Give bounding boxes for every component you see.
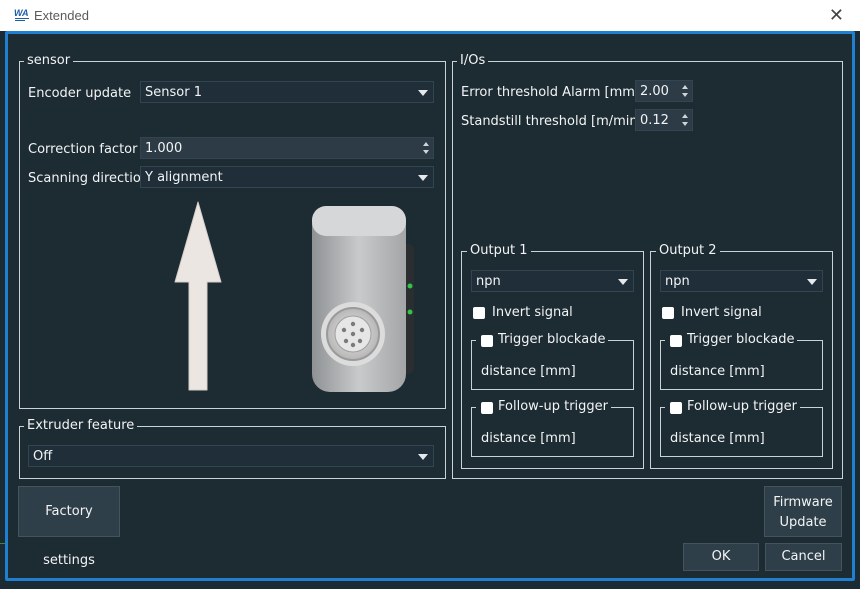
ios-legend: I/Os <box>457 54 489 68</box>
output-2-trigger-blockade-legend: Trigger blockade <box>665 333 798 347</box>
firmware-update-label-1: Firmware <box>773 495 833 510</box>
spin-buttons[interactable] <box>679 111 691 129</box>
output-1-follow-up-checkbox[interactable] <box>481 402 493 414</box>
chevron-down-icon <box>618 279 628 285</box>
arrow-up-icon <box>174 201 222 391</box>
output-1-trigger-distance-label: distance [mm] <box>481 364 576 379</box>
spin-up-icon[interactable] <box>423 142 429 146</box>
error-threshold-value: 2.00 <box>640 84 669 99</box>
cancel-button[interactable]: Cancel <box>765 543 842 571</box>
output-1-invert-checkbox[interactable] <box>473 307 485 319</box>
factory-settings-button[interactable]: Factory settings <box>18 486 120 568</box>
encoder-update-label: Encoder update <box>28 86 132 101</box>
output-1-type-select[interactable]: npn <box>471 270 634 292</box>
output-2-type-value: npn <box>665 274 690 289</box>
output-1-legend: Output 1 <box>467 244 531 258</box>
close-icon[interactable]: ✕ <box>829 5 844 26</box>
spin-up-icon[interactable] <box>682 114 688 118</box>
title-bar: WA Extended ✕ <box>0 0 860 31</box>
chevron-down-icon <box>807 279 817 285</box>
window-title: Extended <box>34 8 89 23</box>
spin-up-icon[interactable] <box>682 85 688 89</box>
ok-button[interactable]: OK <box>683 543 759 571</box>
output-1-type-value: npn <box>476 274 501 289</box>
output-1-follow-up-legend: Follow-up trigger <box>476 400 611 414</box>
dialog-frame: sensor Encoder update Sensor 1 Correctio… <box>5 31 855 581</box>
extruder-legend: Extruder feature <box>24 419 138 433</box>
extruder-feature-value: Off <box>33 449 53 464</box>
output-2-follow-distance-label: distance [mm] <box>670 431 765 446</box>
scanning-direction-label: Scanning direction <box>28 171 150 186</box>
output-2-legend: Output 2 <box>656 244 720 258</box>
output-1-follow-distance-label: distance [mm] <box>481 431 576 446</box>
correction-factor-value: 1.000 <box>145 141 183 156</box>
logo-text: WA <box>14 8 29 18</box>
correction-factor-label: Correction factor <box>28 142 138 157</box>
encoder-update-select[interactable]: Sensor 1 <box>140 81 434 103</box>
output-2-invert-label: Invert signal <box>681 305 762 320</box>
spin-down-icon[interactable] <box>423 150 429 154</box>
chevron-down-icon <box>418 454 428 460</box>
correction-factor-spinbox[interactable]: 1.000 <box>140 137 434 159</box>
spin-down-icon[interactable] <box>682 93 688 97</box>
output-2-type-select[interactable]: npn <box>660 270 823 292</box>
output-2-trigger-distance-label: distance [mm] <box>670 364 765 379</box>
firmware-update-label-2: Update <box>779 515 827 530</box>
error-threshold-label: Error threshold Alarm [mm] <box>461 85 641 100</box>
standstill-threshold-value: 0.12 <box>640 113 669 128</box>
output-1-invert-label: Invert signal <box>492 305 573 320</box>
chevron-down-icon <box>418 90 428 96</box>
output-2-group: Output 2 npn Invert signal Trigger block… <box>650 244 833 469</box>
output-1-group: Output 1 npn Invert signal Trigger block… <box>461 244 644 469</box>
output-2-follow-up-legend: Follow-up trigger <box>665 400 800 414</box>
output-2-follow-up-checkbox[interactable] <box>670 402 682 414</box>
encoder-update-value: Sensor 1 <box>145 85 202 100</box>
error-threshold-spinbox[interactable]: 2.00 <box>635 80 693 102</box>
scanning-direction-select[interactable]: Y alignment <box>140 166 434 188</box>
scanning-direction-value: Y alignment <box>145 170 223 185</box>
standstill-threshold-spinbox[interactable]: 0.12 <box>635 109 693 131</box>
output-1-trigger-blockade-checkbox[interactable] <box>481 335 493 347</box>
chevron-down-icon <box>418 175 428 181</box>
output-1-trigger-blockade-legend: Trigger blockade <box>476 333 609 347</box>
sensor-legend: sensor <box>24 54 74 68</box>
spin-down-icon[interactable] <box>682 122 688 126</box>
spin-buttons[interactable] <box>679 82 691 100</box>
firmware-update-button[interactable]: Firmware Update <box>764 486 842 537</box>
standstill-threshold-label: Standstill threshold [m/min] <box>461 114 643 129</box>
spin-buttons[interactable] <box>420 139 432 157</box>
app-logo-icon: WA <box>14 6 31 23</box>
output-2-trigger-blockade-checkbox[interactable] <box>670 335 682 347</box>
sensor-device-icon <box>312 206 414 392</box>
extruder-feature-select[interactable]: Off <box>28 445 434 467</box>
output-2-invert-checkbox[interactable] <box>662 307 674 319</box>
